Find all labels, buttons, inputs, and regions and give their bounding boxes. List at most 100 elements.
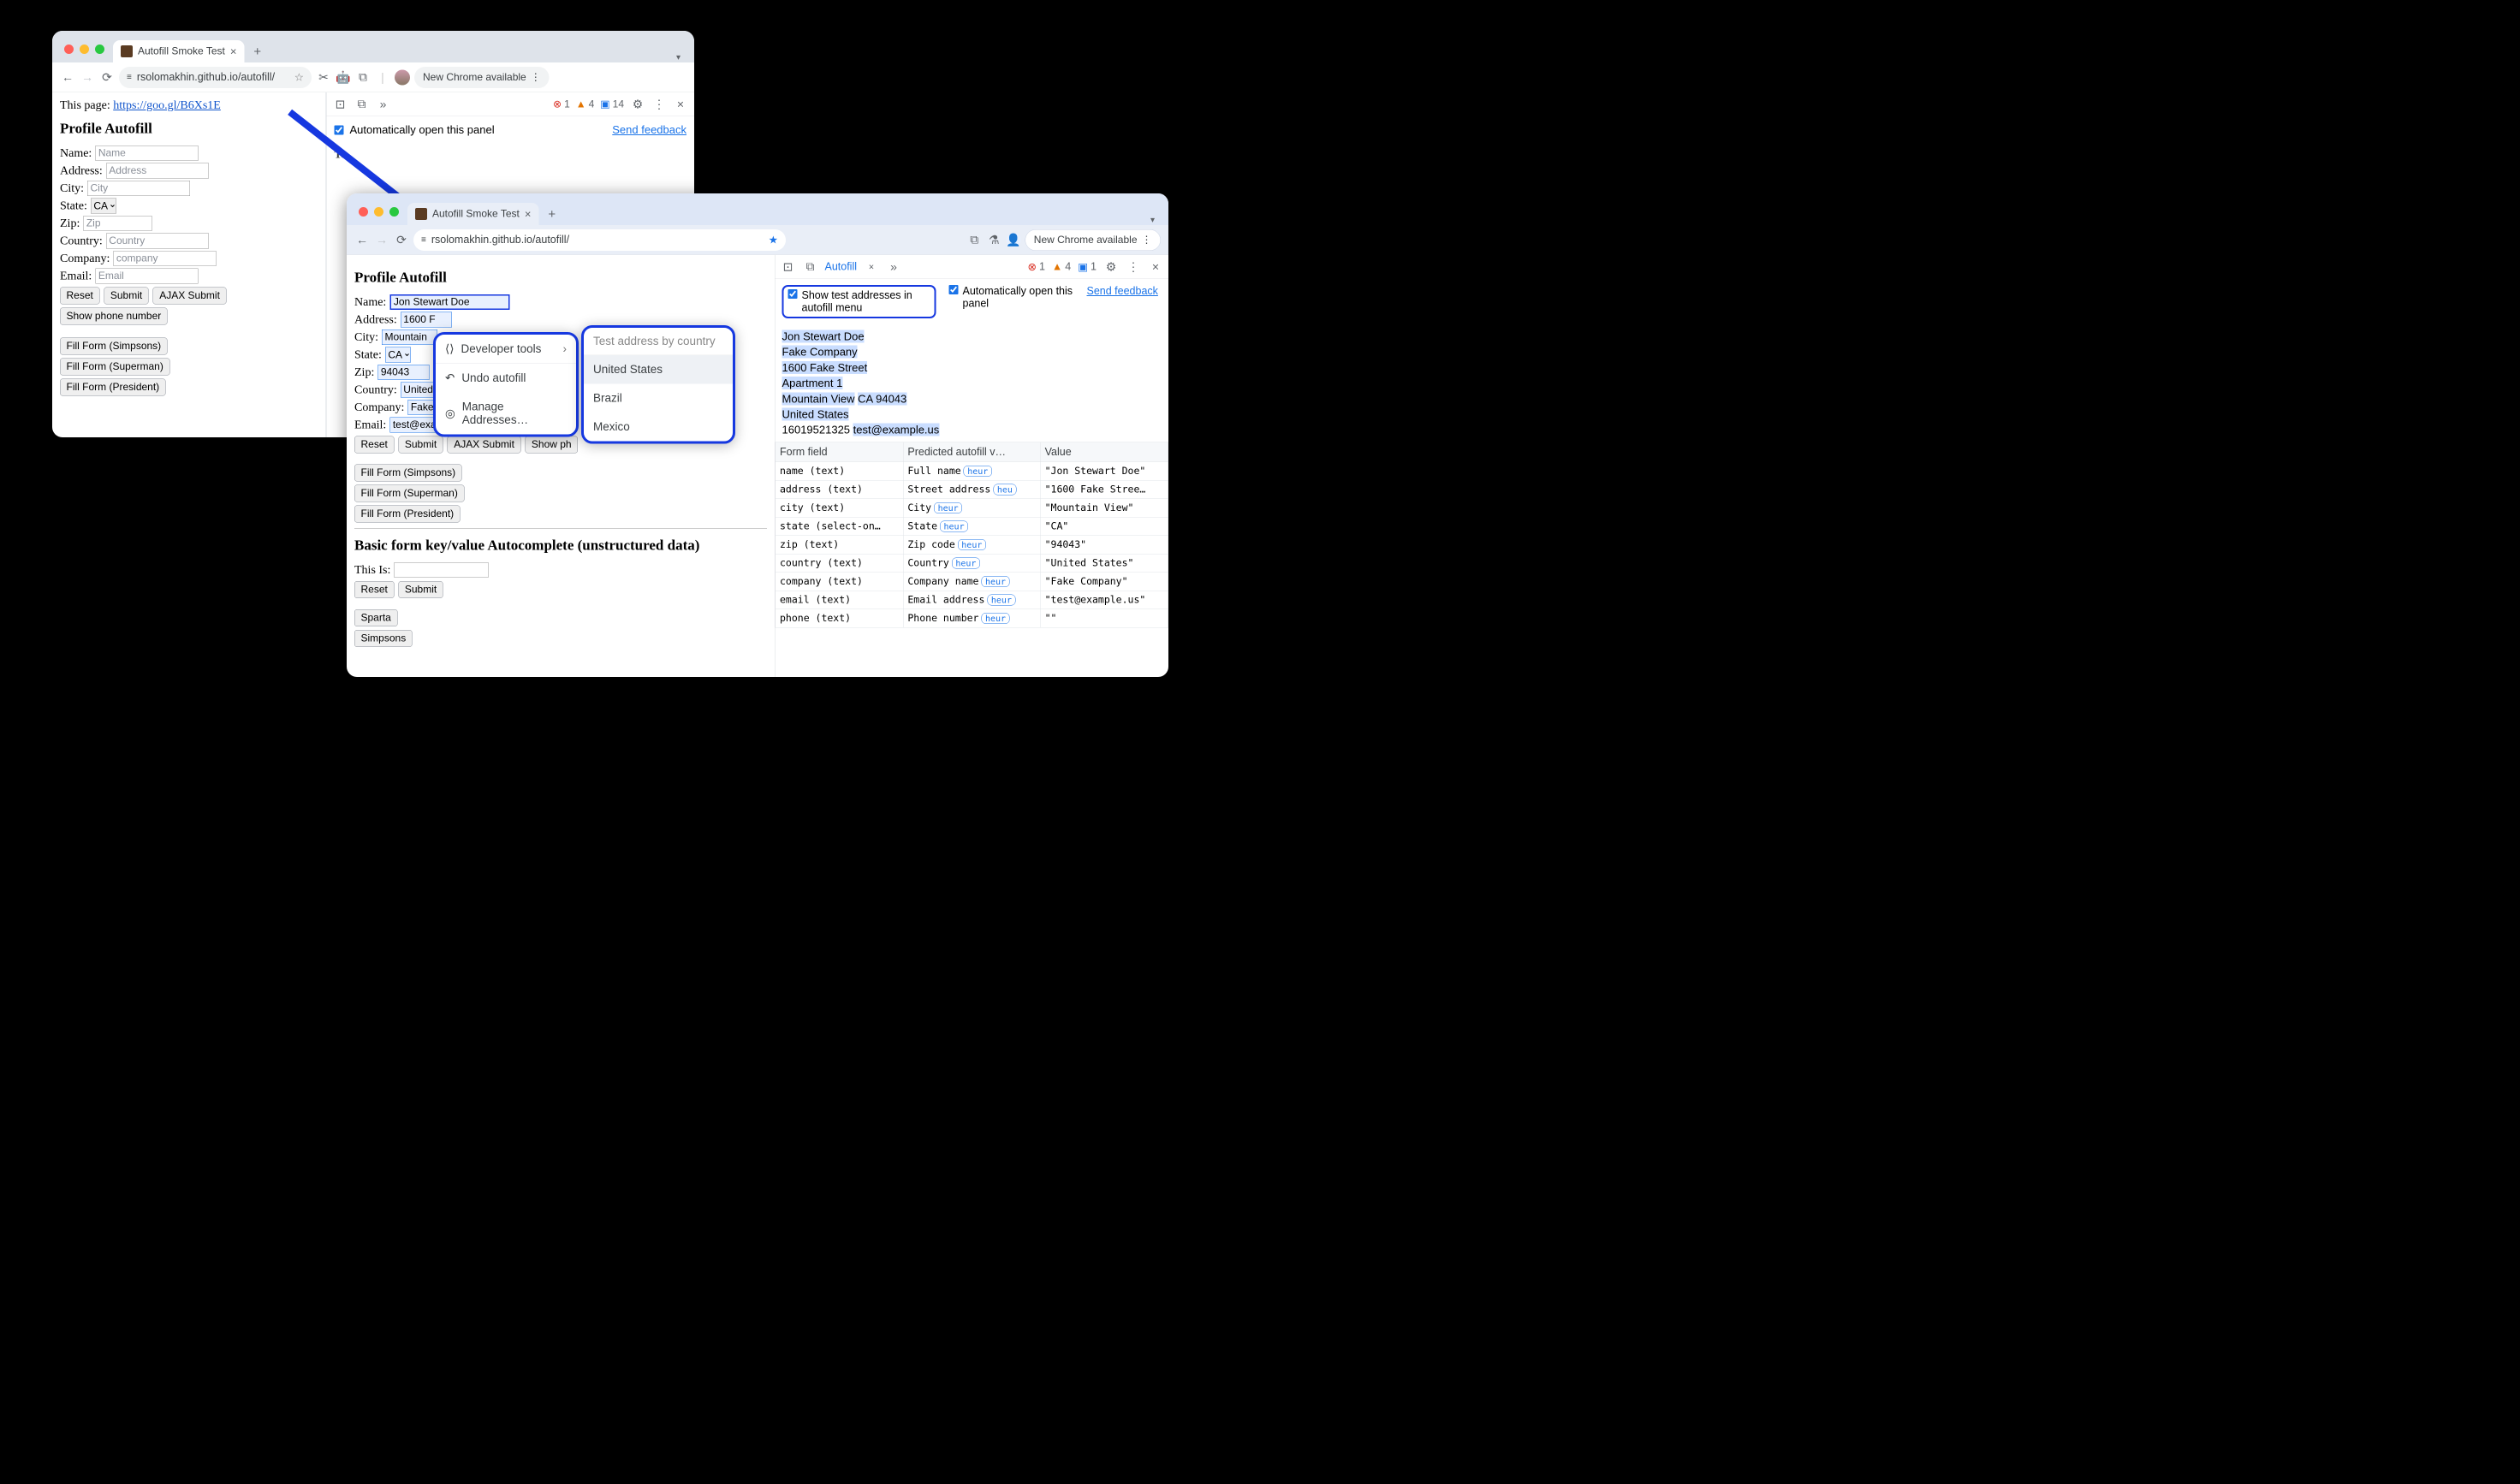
address-bar[interactable]: ≡ rsolomakhin.github.io/autofill/ ☆ [119,67,312,88]
zip-input[interactable] [83,216,152,231]
new-chrome-chip[interactable]: New Chrome available ⋮ [1025,229,1161,251]
auto-open-checkbox[interactable] [335,125,344,134]
close-devtools-icon[interactable]: × [1148,259,1163,275]
profile-avatar[interactable] [395,69,410,85]
simpsons-button[interactable]: Simpsons [354,630,413,647]
close-tab-icon[interactable]: × [525,207,532,221]
message-icon[interactable]: ▣ [600,98,609,111]
bookmark-icon[interactable]: ☆ [294,71,304,84]
address-bar[interactable]: ≡ rsolomakhin.github.io/autofill/ ★ [413,229,786,251]
manage-addresses-item[interactable]: ◎ Manage Addresses… [436,393,576,435]
close-devtools-icon[interactable]: × [673,97,688,112]
submit2-button[interactable]: Submit [398,581,443,598]
site-settings-icon[interactable]: ≡ [127,73,132,83]
address-input[interactable] [401,312,452,328]
country-united-states[interactable]: United States [584,355,733,384]
settings-icon[interactable]: ⚙ [630,97,645,112]
developer-tools-item[interactable]: ⟨⟩ Developer tools › [436,335,576,364]
extensions-icon[interactable]: ⧉ [966,232,982,247]
fullscreen-window-icon[interactable] [389,207,399,217]
table-row[interactable]: phone (text)Phone numberheur"" [776,609,1168,628]
submit-button[interactable]: Submit [398,436,443,454]
device-icon[interactable]: ⧉ [354,97,370,112]
address-input[interactable] [106,163,209,179]
company-input[interactable] [113,251,216,266]
forward-button[interactable]: → [80,69,95,85]
fill-superman-button[interactable]: Fill Form (Superman) [60,359,169,376]
settings-icon[interactable]: ⚙ [1103,259,1119,275]
robot-icon[interactable]: 🤖 [336,69,351,85]
reset-button[interactable]: Reset [354,436,394,454]
close-window-icon[interactable] [359,207,368,217]
labs-icon[interactable]: ⚗ [986,232,1001,247]
table-row[interactable]: zip (text)Zip codeheur"94043" [776,536,1168,555]
zip-input[interactable] [377,365,429,380]
autofill-tab[interactable]: Autofill [825,261,858,274]
send-feedback-link[interactable]: Send feedback [612,123,686,137]
table-row[interactable]: address (text)Street addressheu"1600 Fak… [776,480,1168,499]
error-icon[interactable]: ⊗ [553,98,562,111]
new-chrome-chip[interactable]: New Chrome available ⋮ [414,67,550,88]
message-icon[interactable]: ▣ [1078,260,1088,273]
reload-button[interactable]: ⟳ [99,69,115,85]
table-row[interactable]: company (text)Company nameheur"Fake Comp… [776,573,1168,591]
bookmark-icon[interactable]: ★ [769,234,778,246]
browser-tab[interactable]: Autofill Smoke Test × [113,40,244,62]
new-tab-button[interactable]: + [247,45,267,62]
fill-superman-button[interactable]: Fill Form (Superman) [354,485,464,502]
warning-icon[interactable]: ▲ [1052,261,1062,274]
tab-menu-button[interactable]: ▾ [1144,215,1161,226]
state-select[interactable]: CA [385,347,411,363]
fill-simpsons-button[interactable]: Fill Form (Simpsons) [60,338,168,355]
new-tab-button[interactable]: + [542,207,562,225]
city-input[interactable] [87,181,190,196]
table-row[interactable]: email (text)Email addressheur"test@examp… [776,591,1168,609]
ajax-submit-button[interactable]: AJAX Submit [153,288,227,305]
city-input[interactable] [382,329,437,345]
this-is-input[interactable] [394,562,488,578]
show-phone-button[interactable]: Show ph [525,436,578,454]
more-tabs-icon[interactable]: » [376,97,391,112]
warning-icon[interactable]: ▲ [576,98,586,110]
ajax-submit-button[interactable]: AJAX Submit [448,436,521,454]
close-window-icon[interactable] [64,45,74,54]
tab-menu-button[interactable]: ▾ [670,52,686,63]
table-row[interactable]: state (select-on…Stateheur"CA" [776,517,1168,536]
error-icon[interactable]: ⊗ [1027,260,1036,273]
site-settings-icon[interactable]: ≡ [421,235,426,246]
show-phone-button[interactable]: Show phone number [60,308,168,325]
back-button[interactable]: ← [354,232,370,247]
fill-simpsons-button[interactable]: Fill Form (Simpsons) [354,465,462,482]
state-select[interactable]: CA [91,199,116,214]
cut-icon[interactable]: ✂ [316,69,331,85]
reset-button[interactable]: Reset [60,288,99,305]
overflow-icon[interactable]: ⋮ [1126,259,1141,275]
sparta-button[interactable]: Sparta [354,609,397,626]
country-brazil[interactable]: Brazil [584,384,733,413]
reload-button[interactable]: ⟳ [394,232,409,247]
show-test-addresses-checkbox[interactable] [788,289,798,299]
close-tab-icon[interactable]: × [864,259,879,275]
name-input[interactable] [389,294,509,310]
overflow-icon[interactable]: ⋮ [651,97,667,112]
country-mexico[interactable]: Mexico [584,413,733,442]
submit-button[interactable]: Submit [104,288,148,305]
browser-tab[interactable]: Autofill Smoke Test × [407,203,538,225]
overflow-menu-icon[interactable]: ⋮ [531,71,541,84]
fill-president-button[interactable]: Fill Form (President) [354,506,461,523]
auto-open-checkbox[interactable] [949,285,959,294]
forward-button[interactable]: → [374,232,389,247]
table-row[interactable]: country (text)Countryheur"United States" [776,554,1168,573]
table-row[interactable]: city (text)Cityheur"Mountain View" [776,499,1168,518]
back-button[interactable]: ← [60,69,75,85]
email-input[interactable] [95,269,198,284]
fullscreen-window-icon[interactable] [95,45,104,54]
inspect-icon[interactable]: ⊡ [781,259,796,275]
minimize-window-icon[interactable] [374,207,383,217]
more-tabs-icon[interactable]: » [886,259,901,275]
overflow-menu-icon[interactable]: ⋮ [1142,234,1152,246]
minimize-window-icon[interactable] [80,45,89,54]
table-row[interactable]: name (text)Full nameheur"Jon Stewart Doe… [776,462,1168,481]
reset2-button[interactable]: Reset [354,581,394,598]
this-page-link[interactable]: https://goo.gl/B6Xs1E [113,98,221,112]
